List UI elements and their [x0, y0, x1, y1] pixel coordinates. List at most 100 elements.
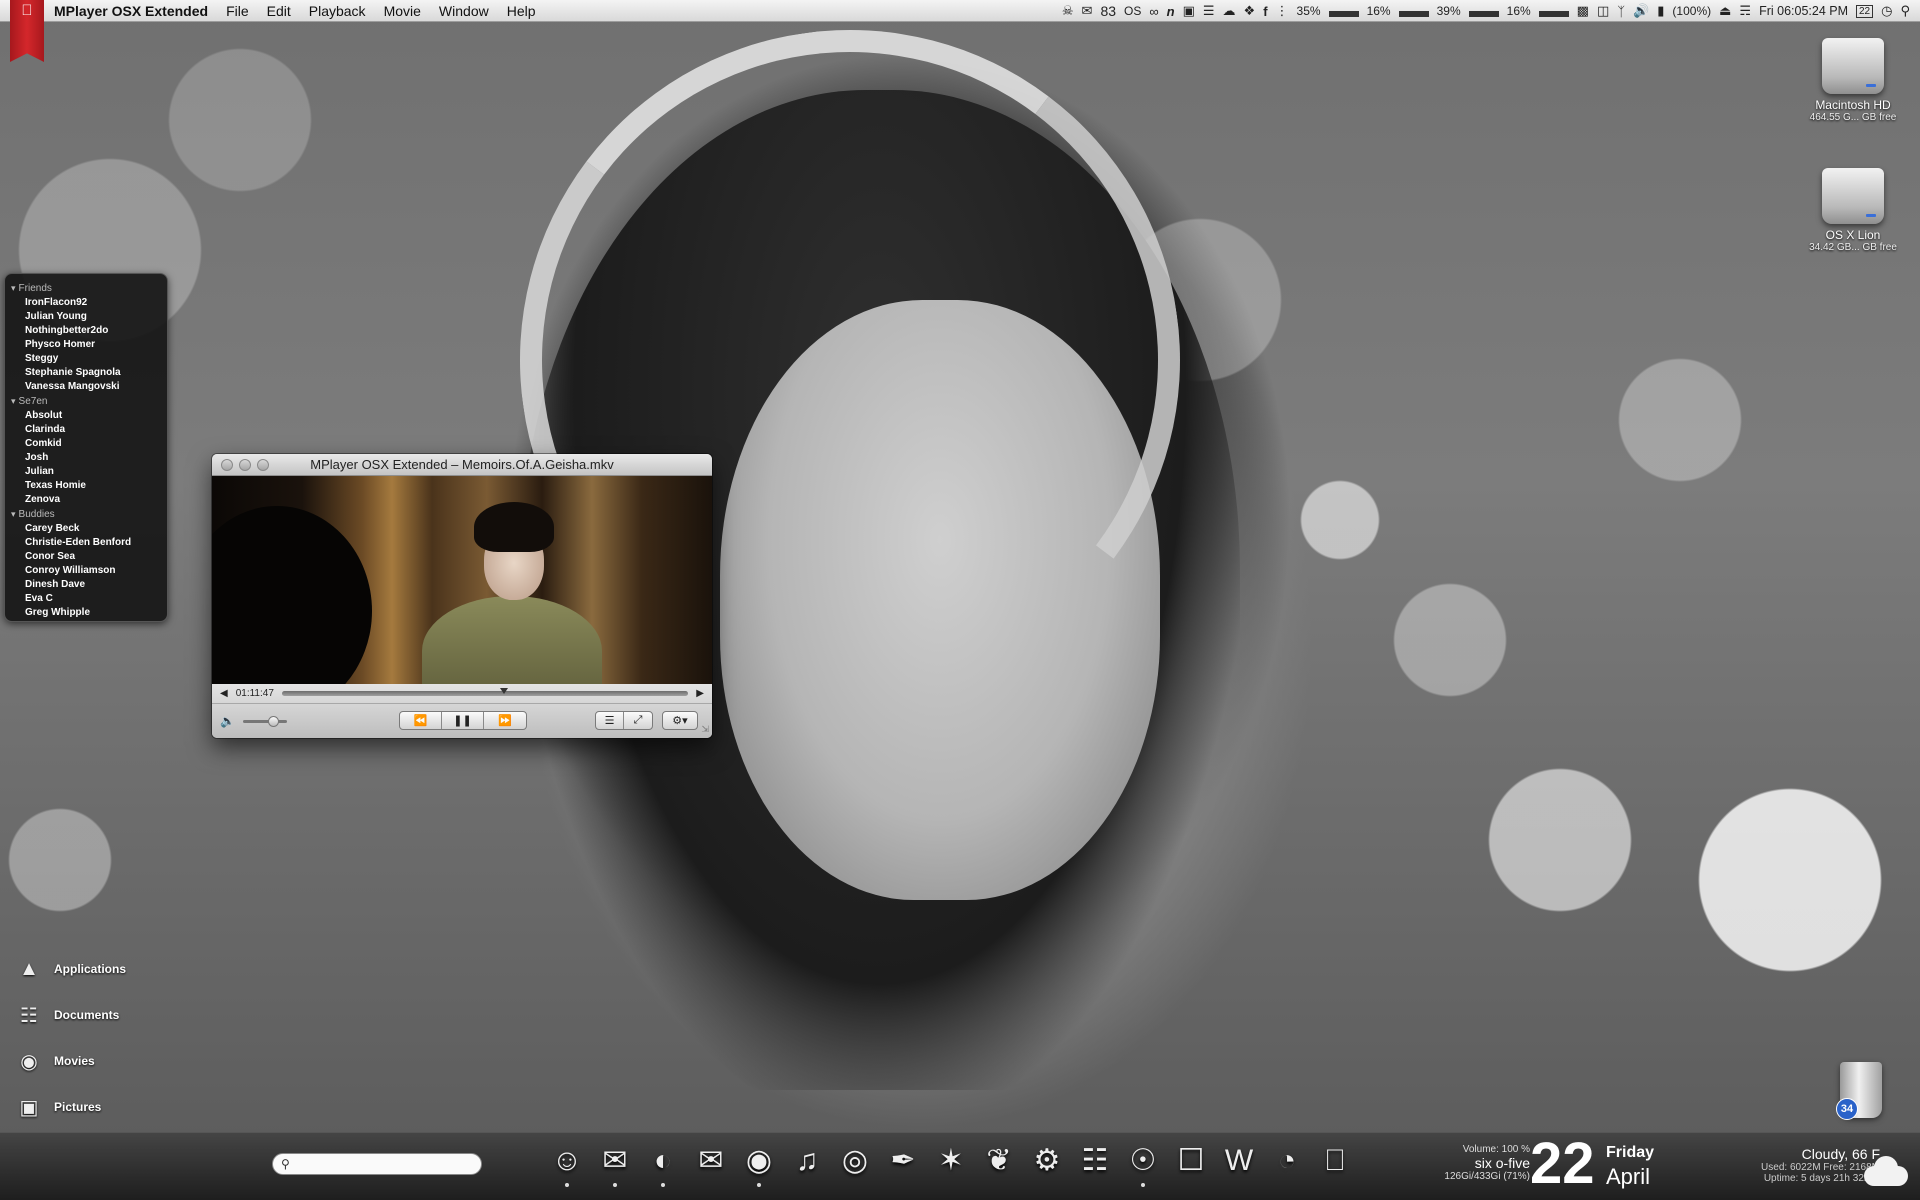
- close-button[interactable]: [221, 458, 233, 471]
- monitor-icon[interactable]: ◫: [1597, 3, 1609, 19]
- buddy-item[interactable]: IronFlacon92: [11, 296, 161, 310]
- dock-item[interactable]: ♫: [785, 1141, 829, 1191]
- dock-item[interactable]: ❦: [977, 1141, 1021, 1191]
- link-icon[interactable]: ∞: [1149, 4, 1158, 19]
- dock-item[interactable]: ☺: [545, 1141, 589, 1191]
- place-movies[interactable]: ◉ Movies: [14, 1038, 126, 1084]
- dock-item[interactable]: ✒: [881, 1141, 925, 1191]
- buddy-item[interactable]: Stephanie Spagnola: [11, 366, 161, 380]
- settings-button[interactable]: ⚙▾: [663, 712, 697, 729]
- menu-help[interactable]: Help: [507, 3, 536, 19]
- buddy-item[interactable]: Vanessa Mangovski: [11, 380, 161, 394]
- dock-item[interactable]: ◎: [833, 1141, 877, 1191]
- volume-slider[interactable]: [242, 715, 287, 727]
- apple-menu-tab[interactable]: : [10, 0, 44, 62]
- buddy-item[interactable]: Conroy Williamson: [11, 564, 161, 578]
- search-field[interactable]: ⚲: [272, 1153, 482, 1175]
- dock-item[interactable]: ☐: [1169, 1141, 1213, 1191]
- seek-forward-icon[interactable]: ▶: [696, 688, 704, 699]
- dock-item[interactable]: ✉: [593, 1141, 637, 1191]
- buddy-item[interactable]: Julian Young: [11, 310, 161, 324]
- menu-movie[interactable]: Movie: [384, 3, 421, 19]
- wifi-icon[interactable]: ☴: [1739, 3, 1751, 19]
- resize-grip-icon[interactable]: ⇲: [701, 724, 709, 735]
- menu-window[interactable]: Window: [439, 3, 489, 19]
- calendar-icon[interactable]: 22: [1856, 4, 1874, 18]
- place-documents[interactable]: ☷ Documents: [14, 992, 126, 1038]
- seek-bar[interactable]: [281, 688, 689, 696]
- buddy-item[interactable]: Carey Beck: [11, 522, 161, 536]
- seek-back-icon[interactable]: ◀: [220, 688, 228, 699]
- buddy-item[interactable]: Physco Homer: [11, 338, 161, 352]
- drive-macintosh-hd[interactable]: Macintosh HD 464.55 G... GB free: [1798, 38, 1908, 123]
- video-frame[interactable]: [212, 476, 712, 684]
- buddy-item[interactable]: Steggy: [11, 352, 161, 366]
- buddy-item[interactable]: Julian: [11, 465, 161, 479]
- bluetooth-icon[interactable]: ᛉ: [1617, 4, 1625, 19]
- speaker-icon[interactable]: 🔈: [220, 714, 235, 728]
- facebook-icon[interactable]: f: [1263, 4, 1267, 19]
- rewind-button[interactable]: ⏪: [400, 712, 442, 729]
- mail-tray-icon[interactable]: ✉: [1082, 3, 1093, 19]
- place-pictures[interactable]: ▣ Pictures: [14, 1084, 126, 1130]
- display-icon[interactable]: ▩: [1577, 3, 1589, 19]
- menu-file[interactable]: File: [226, 3, 249, 19]
- buddy-item[interactable]: Josh: [11, 451, 161, 465]
- drive-os-x-lion[interactable]: OS X Lion 34.42 GB... GB free: [1798, 168, 1908, 253]
- skull-icon[interactable]: ☠: [1062, 3, 1074, 19]
- minimize-button[interactable]: [239, 458, 251, 471]
- buddy-item[interactable]: Comkid: [11, 437, 161, 451]
- buddy-item[interactable]: Texas Homie: [11, 479, 161, 493]
- menu-clock[interactable]: Fri 06:05:24 PM: [1759, 4, 1848, 18]
- playlist-button[interactable]: ☰: [596, 712, 624, 729]
- menu-edit[interactable]: Edit: [267, 3, 291, 19]
- buddy-item[interactable]: Clarinda: [11, 423, 161, 437]
- tray-os-label[interactable]: OS: [1124, 4, 1141, 18]
- tray-badge-count[interactable]: 83: [1100, 3, 1116, 19]
- n-icon[interactable]: n: [1167, 4, 1175, 19]
- volume-icon[interactable]: 🔊: [1633, 3, 1649, 19]
- buddy-item[interactable]: Absolut: [11, 409, 161, 423]
- dock-item[interactable]: ◉: [737, 1141, 781, 1191]
- dock-item[interactable]: ☉: [1121, 1141, 1165, 1191]
- fast-forward-button[interactable]: ⏩: [484, 712, 526, 729]
- dock-item[interactable]: ✉: [689, 1141, 733, 1191]
- buddy-item[interactable]: Dinesh Dave: [11, 578, 161, 592]
- fullscreen-button[interactable]: ⤢: [624, 712, 652, 729]
- battery-percent[interactable]: (100%): [1672, 4, 1711, 18]
- buddy-item[interactable]: Zenova: [11, 493, 161, 507]
- buddy-item[interactable]: Eva C: [11, 592, 161, 606]
- dock-item[interactable]: ◔: [1265, 1141, 1309, 1191]
- pause-button[interactable]: ❚❚: [442, 712, 484, 729]
- menu-playback[interactable]: Playback: [309, 3, 366, 19]
- list-icon[interactable]: ☰: [1203, 3, 1215, 19]
- volume-knob[interactable]: [267, 715, 279, 727]
- dock-item[interactable]: ⚙: [1025, 1141, 1069, 1191]
- dock-item[interactable]: W: [1217, 1141, 1261, 1191]
- eject-icon[interactable]: ⏏: [1719, 3, 1731, 19]
- buddy-group-header[interactable]: Friends: [11, 281, 161, 296]
- dock-item[interactable]: ◐: [641, 1141, 685, 1191]
- buddy-group-header[interactable]: Buddies: [11, 507, 161, 522]
- seek-thumb[interactable]: [500, 688, 509, 694]
- battery-icon[interactable]: ▮: [1657, 3, 1664, 19]
- time-machine-icon[interactable]: ◷: [1881, 3, 1892, 19]
- dock-item[interactable]: ✶: [929, 1141, 973, 1191]
- dock-item[interactable]: ☷: [1073, 1141, 1117, 1191]
- zoom-button[interactable]: [257, 458, 269, 471]
- cloud-tray-icon[interactable]: ☁: [1223, 3, 1236, 19]
- terminal-icon[interactable]: ▣: [1183, 3, 1195, 19]
- buddy-group-header[interactable]: Se7en: [11, 394, 161, 409]
- search-input[interactable]: [293, 1157, 464, 1171]
- spotlight-icon[interactable]: ⚲: [1900, 3, 1910, 19]
- desktop-trash[interactable]: 34: [1836, 1062, 1884, 1122]
- buddy-item[interactable]: Conor Sea: [11, 550, 161, 564]
- buddy-item[interactable]: Greg Whipple: [11, 606, 161, 620]
- menu-app-name[interactable]: MPlayer OSX Extended: [54, 3, 208, 19]
- box-icon[interactable]: ❖: [1244, 3, 1256, 19]
- temperature-icon[interactable]: ⋮: [1276, 3, 1289, 19]
- place-applications[interactable]: ▲ Applications: [14, 946, 126, 992]
- window-titlebar[interactable]: MPlayer OSX Extended – Memoirs.Of.A.Geis…: [212, 454, 712, 476]
- buddy-item[interactable]: Nothingbetter2do: [11, 324, 161, 338]
- dock-item[interactable]: ⎕: [1313, 1141, 1357, 1191]
